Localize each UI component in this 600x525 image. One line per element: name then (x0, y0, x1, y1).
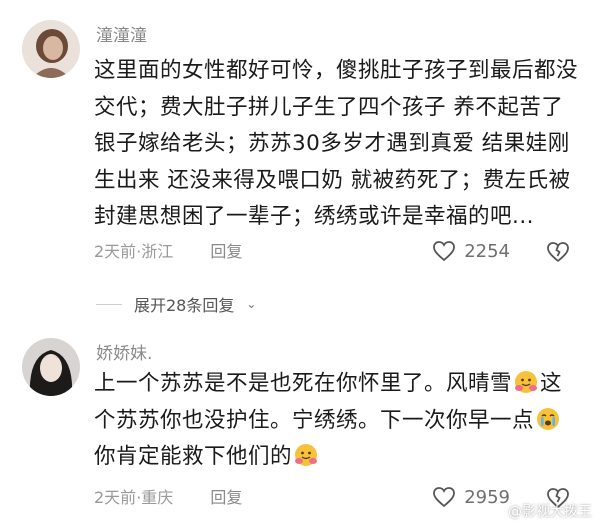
crying-emoji (537, 407, 560, 430)
avatar[interactable] (22, 338, 80, 396)
comment-location: 重庆 (141, 488, 174, 507)
heart-icon (433, 241, 456, 262)
avatar[interactable] (22, 20, 80, 78)
comment-text-part: 你肯定能救下他们的 (94, 444, 293, 469)
comment-text-part: 上一个苏苏是不是也死在你怀里了。风晴雪 (94, 371, 513, 396)
like-button[interactable]: 2959 (432, 486, 510, 508)
hug-emoji (295, 444, 318, 466)
hug-emoji (515, 371, 538, 393)
reply-button[interactable]: 回复 (210, 488, 242, 508)
comment-text: 上一个苏苏是不是也死在你怀里了。风晴雪 这个苏苏你也没护住。宁绣绣。下一次你早一点… (94, 366, 580, 476)
username[interactable]: 娇娇妹. (96, 344, 152, 364)
username[interactable]: 潼潼潼 (96, 26, 147, 46)
comment-meta: 2天前·浙江 回复 (94, 242, 242, 262)
comment-time: 2天前 (94, 242, 137, 261)
comment-location: 浙江 (141, 242, 174, 261)
like-count: 2254 (464, 240, 510, 262)
expand-replies-button[interactable]: 展开28条回复 ⌄ (96, 292, 256, 316)
comment-meta: 2天前·重庆 回复 (94, 488, 242, 508)
chevron-down-icon: ⌄ (246, 297, 257, 311)
like-button[interactable]: 2254 (432, 240, 510, 262)
watermark: @影视大拨王 (508, 504, 592, 520)
comment-time: 2天前 (94, 488, 137, 507)
divider-line (96, 303, 122, 305)
broken-heart-icon[interactable] (546, 240, 570, 264)
heart-icon (433, 487, 456, 508)
expand-replies-label: 展开28条回复 (134, 296, 235, 315)
reply-button[interactable]: 回复 (210, 242, 242, 262)
like-count: 2959 (464, 486, 510, 508)
comment-text: 这里面的女性都好可怜，傻挑肚子孩子到最后都没交代；费大肚子拼儿子生了四个孩子 养… (94, 58, 579, 229)
